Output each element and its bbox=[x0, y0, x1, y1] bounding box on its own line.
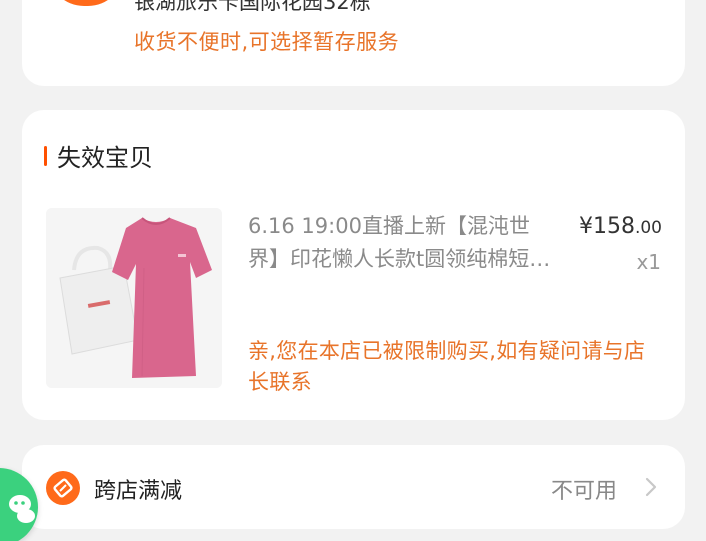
discount-status: 不可用 bbox=[550, 479, 617, 504]
section-accent-bar bbox=[44, 146, 47, 166]
coupon-icon bbox=[46, 471, 80, 505]
section-title: 失效宝贝 bbox=[57, 144, 153, 172]
dress-illustration bbox=[46, 208, 222, 388]
product-title[interactable]: 6.16 19:00直播上新【混沌世界】印花懒人长款t圆领纯棉短袖连衣裙 bbox=[248, 210, 554, 276]
price-symbol: ¥ bbox=[578, 214, 593, 239]
address-card[interactable]: 银湖旅乐卡国际花园32栋 收货不便时,可选择暂存服务 bbox=[22, 0, 685, 86]
order-confirm-page: 银湖旅乐卡国际花园32栋 收货不便时,可选择暂存服务 失效宝贝 6.16 19:… bbox=[0, 0, 706, 541]
address-line: 银湖旅乐卡国际花园32栋 bbox=[134, 0, 371, 14]
chevron-right-icon bbox=[639, 475, 663, 499]
purchase-limit-notice: 亲,您在本店已被限制购买,如有疑问请与店长联系 bbox=[248, 339, 646, 394]
product-price: ¥158.00 bbox=[579, 214, 662, 239]
invalid-items-card: 失效宝贝 6.16 19:00直播上新【混沌世界】印花懒人长款t圆领纯棉短袖连衣… bbox=[22, 110, 685, 420]
product-quantity: x1 bbox=[636, 250, 661, 274]
price-main: 158 bbox=[592, 214, 635, 239]
price-cents: .00 bbox=[634, 218, 662, 238]
chat-bubble-icon[interactable] bbox=[0, 468, 38, 541]
storage-service-hint[interactable]: 收货不便时,可选择暂存服务 bbox=[134, 26, 399, 56]
product-image[interactable] bbox=[46, 208, 222, 388]
discount-label: 跨店满减 bbox=[94, 479, 183, 504]
location-icon bbox=[48, 0, 124, 6]
cross-store-discount-row[interactable]: 跨店满减 不可用 bbox=[22, 445, 685, 529]
